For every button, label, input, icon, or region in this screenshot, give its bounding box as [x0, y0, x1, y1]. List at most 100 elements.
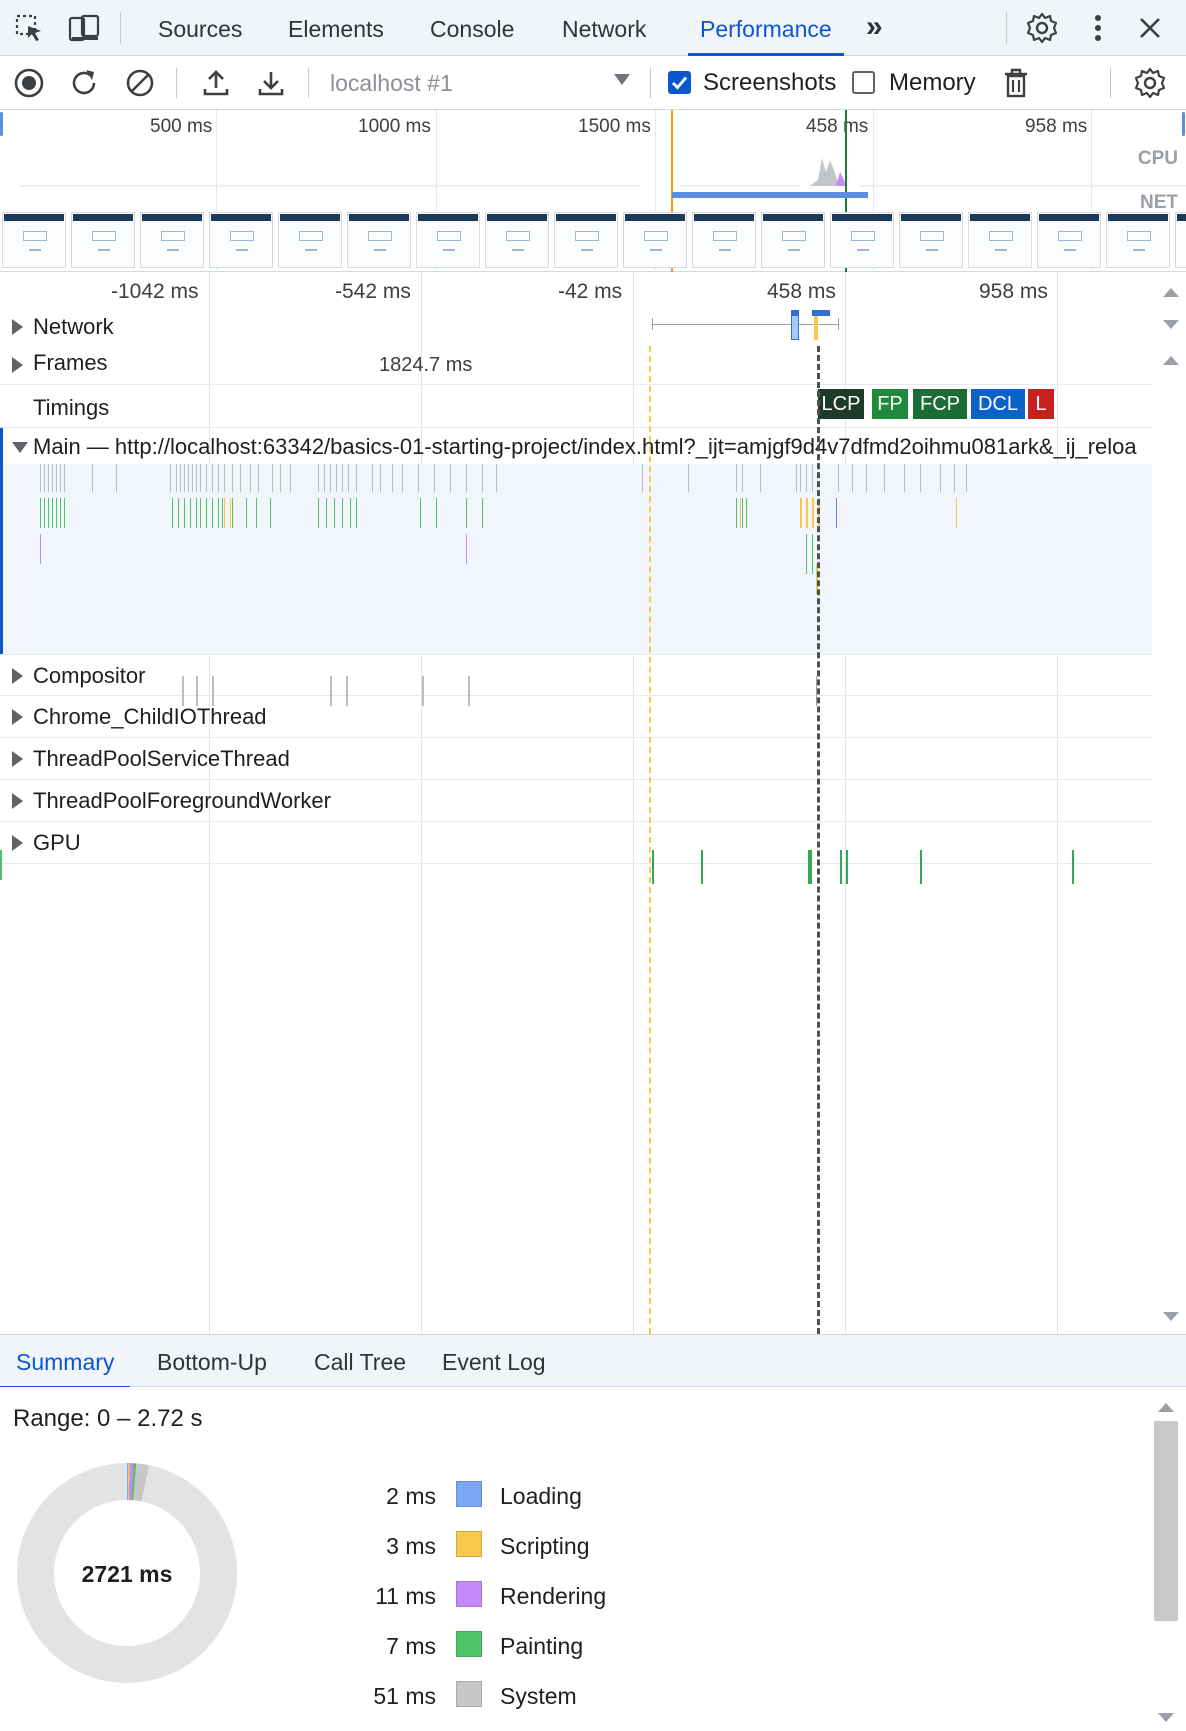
trace-event[interactable]: [800, 464, 801, 492]
trace-event[interactable]: [742, 464, 743, 492]
tab-performance[interactable]: Performance: [688, 0, 844, 56]
trace-event[interactable]: [196, 464, 197, 492]
track-main[interactable]: Main — http://localhost:63342/basics-01-…: [0, 428, 1152, 466]
screenshot-thumbnail[interactable]: [485, 212, 549, 268]
timing-fp-marker[interactable]: FP: [872, 389, 908, 419]
trace-event[interactable]: [318, 498, 319, 528]
trace-event[interactable]: [0, 850, 2, 880]
trace-event[interactable]: [176, 464, 177, 492]
trace-event[interactable]: [188, 464, 189, 492]
screenshot-thumbnail[interactable]: [140, 212, 204, 268]
screenshots-label[interactable]: Screenshots: [703, 69, 836, 97]
trace-event[interactable]: [342, 464, 343, 492]
trace-event[interactable]: [420, 498, 421, 528]
scroll-up-icon[interactable]: [1163, 288, 1179, 297]
download-icon[interactable]: [253, 65, 289, 101]
trace-event[interactable]: [836, 498, 837, 528]
trace-event[interactable]: [466, 498, 467, 528]
trace-event[interactable]: [232, 498, 233, 528]
trace-event[interactable]: [736, 464, 737, 492]
tab-console[interactable]: Console: [418, 0, 526, 56]
upload-icon[interactable]: [198, 65, 234, 101]
expand-triangle-icon[interactable]: [12, 751, 23, 767]
device-toolbar-icon[interactable]: [66, 10, 102, 46]
trace-event[interactable]: [250, 464, 251, 492]
trace-event[interactable]: [806, 498, 808, 528]
timing-dcl-marker[interactable]: DCL: [971, 389, 1025, 419]
trace-event[interactable]: [740, 498, 741, 528]
trace-event[interactable]: [348, 464, 349, 492]
trace-event[interactable]: [652, 850, 654, 884]
trace-event[interactable]: [192, 464, 193, 492]
trace-event[interactable]: [642, 464, 643, 492]
trace-event[interactable]: [330, 464, 331, 492]
trace-event[interactable]: [256, 498, 257, 528]
overview-left-handle[interactable]: [0, 112, 3, 136]
trace-event[interactable]: [450, 464, 451, 492]
trace-event[interactable]: [200, 464, 201, 492]
trace-event[interactable]: [178, 498, 179, 528]
tab-network[interactable]: Network: [550, 0, 658, 56]
trace-event[interactable]: [224, 498, 225, 528]
trace-event[interactable]: [40, 498, 41, 528]
screenshot-thumbnail[interactable]: [1106, 212, 1170, 268]
trace-event[interactable]: [170, 464, 171, 492]
trace-event[interactable]: [212, 676, 214, 706]
trace-event[interactable]: [840, 850, 842, 884]
expand-triangle-icon[interactable]: [12, 793, 23, 809]
trace-event[interactable]: [206, 498, 207, 528]
scroll-down-icon[interactable]: [1163, 1312, 1179, 1321]
trace-event[interactable]: [52, 498, 53, 528]
tab-sources[interactable]: Sources: [146, 0, 254, 56]
trace-event[interactable]: [742, 498, 743, 528]
screenshot-thumbnail[interactable]: [71, 212, 135, 268]
timeline-overview[interactable]: 500 ms 1000 ms 1500 ms 458 ms 958 ms CPU…: [0, 110, 1186, 272]
trace-event[interactable]: [496, 464, 497, 492]
trace-event[interactable]: [184, 464, 185, 492]
memory-label[interactable]: Memory: [889, 69, 976, 97]
trace-event[interactable]: [232, 464, 233, 492]
trace-event[interactable]: [806, 534, 807, 574]
scroll-down-icon[interactable]: [1158, 1713, 1174, 1722]
profile-select[interactable]: localhost #1: [318, 64, 638, 102]
screenshot-thumbnail[interactable]: [278, 212, 342, 268]
close-icon[interactable]: [1132, 10, 1168, 46]
trace-event[interactable]: [838, 464, 839, 492]
trace-event[interactable]: [222, 498, 223, 528]
trace-event[interactable]: [182, 676, 184, 706]
trace-event[interactable]: [218, 498, 219, 528]
scroll-down-icon[interactable]: [1163, 320, 1179, 329]
trace-event[interactable]: [904, 464, 905, 492]
trace-event[interactable]: [866, 464, 867, 492]
trace-event[interactable]: [326, 498, 327, 528]
flame-chart[interactable]: -1042 ms -542 ms -42 ms 458 ms 958 ms Ne…: [0, 272, 1186, 1334]
tab-elements[interactable]: Elements: [276, 0, 396, 56]
trace-event[interactable]: [356, 464, 357, 492]
screenshot-thumbnail[interactable]: [830, 212, 894, 268]
trace-event[interactable]: [812, 534, 813, 574]
expand-triangle-icon[interactable]: [12, 357, 23, 373]
screenshot-thumbnail[interactable]: [2, 212, 66, 268]
trace-event[interactable]: [230, 498, 231, 528]
trace-event[interactable]: [206, 464, 207, 492]
timing-load-marker[interactable]: L: [1028, 389, 1054, 419]
trace-event[interactable]: [190, 498, 191, 528]
trace-event[interactable]: [808, 850, 812, 884]
trash-icon[interactable]: [998, 65, 1034, 101]
screenshot-filmstrip[interactable]: [0, 210, 1186, 270]
trace-event[interactable]: [246, 498, 247, 528]
clear-icon[interactable]: [122, 65, 158, 101]
trace-event[interactable]: [920, 850, 922, 884]
trace-event[interactable]: [258, 464, 259, 492]
screenshot-thumbnail[interactable]: [761, 212, 825, 268]
trace-event[interactable]: [180, 464, 181, 492]
trace-event[interactable]: [422, 676, 424, 706]
trace-event[interactable]: [272, 464, 273, 492]
trace-event[interactable]: [40, 464, 41, 492]
track-threadpool-foreground[interactable]: ThreadPoolForegroundWorker: [0, 780, 1152, 822]
trace-event[interactable]: [60, 498, 61, 528]
screenshot-thumbnail[interactable]: [692, 212, 756, 268]
screenshot-thumbnail[interactable]: [209, 212, 273, 268]
screenshot-thumbnail[interactable]: [968, 212, 1032, 268]
trace-event[interactable]: [290, 464, 291, 492]
